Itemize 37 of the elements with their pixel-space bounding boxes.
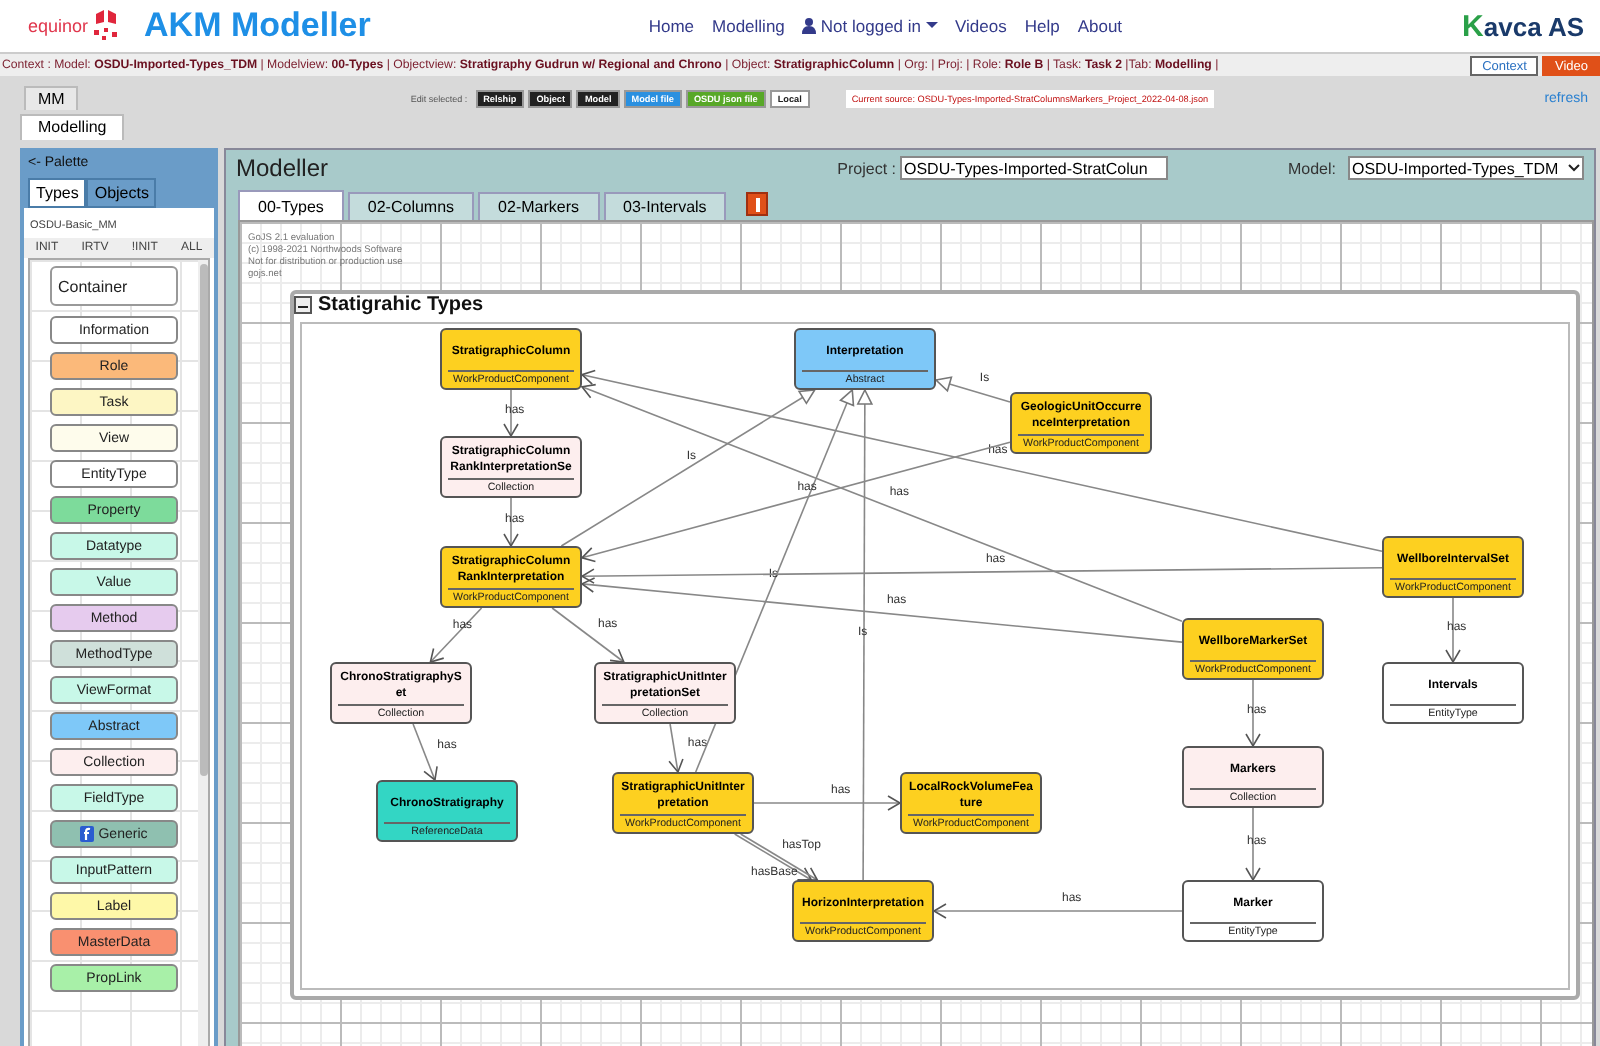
- user-menu[interactable]: Not logged in: [802, 16, 937, 36]
- function-icon: [80, 826, 95, 842]
- brand-name: avca AS: [1483, 11, 1584, 41]
- model-tab[interactable]: 02-Columns: [347, 192, 475, 220]
- model-label: Model:: [1287, 159, 1336, 177]
- page-tab[interactable]: Modelling: [20, 113, 125, 139]
- model-tab[interactable]: 00-Types: [238, 190, 344, 220]
- chevron-icon: [1568, 164, 1580, 172]
- caret-icon: [925, 22, 937, 30]
- nav-link[interactable]: Modelling: [712, 16, 785, 36]
- link-arrow: [668, 723, 684, 774]
- inheritance-arrow: [934, 376, 1011, 403]
- scrollbar-thumb[interactable]: [199, 264, 207, 777]
- flag-logo-icon: [92, 10, 121, 42]
- user-icon: [802, 18, 817, 34]
- app-title: AKM Modeller: [144, 6, 371, 46]
- alert-button[interactable]: [746, 192, 769, 216]
- project-field[interactable]: OSDU-Types-Imported-StratColun: [899, 156, 1168, 180]
- nav-link[interactable]: About: [1077, 16, 1123, 36]
- model-tab[interactable]: 02-Markers: [478, 192, 599, 220]
- group-title: Statigrahic Types: [318, 294, 484, 316]
- model-select[interactable]: OSDU-Imported-Types_TDM: [1348, 156, 1584, 180]
- model-tab[interactable]: 03-Intervals: [603, 192, 727, 220]
- collapse-toggle[interactable]: [294, 296, 312, 314]
- link-arrow: [429, 607, 483, 664]
- nav-link[interactable]: Videos: [955, 16, 1007, 36]
- palette-tab[interactable]: Objects: [86, 178, 157, 208]
- nav-link[interactable]: Help: [1024, 16, 1060, 36]
- project-label: Project :: [837, 159, 896, 177]
- nav-link[interactable]: Home: [648, 16, 695, 36]
- palette-item[interactable]: Container: [50, 266, 178, 306]
- link-arrow: [412, 723, 438, 782]
- company-logo-text: equinor: [28, 16, 89, 36]
- brand-initial: K: [1462, 9, 1484, 43]
- palette-tab[interactable]: Types: [28, 178, 87, 208]
- page-tab[interactable]: MM: [24, 86, 79, 110]
- modeller-title: Modeller: [236, 154, 329, 182]
